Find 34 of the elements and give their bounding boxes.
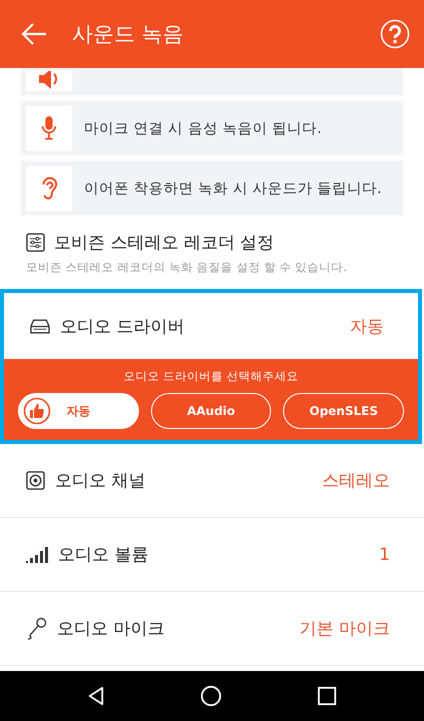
- ear-icon: [40, 175, 58, 201]
- setting-row[interactable]: 오디오 채널 스테레오: [0, 444, 424, 518]
- driver-prompt: 오디오 드라이버를 선택해주세요: [123, 369, 299, 384]
- driver-option-button[interactable]: OpenSLES: [283, 393, 404, 429]
- volume-bars-icon: [26, 546, 48, 564]
- section-description: 모비즌 스테레오 레코더의 녹화 음질을 설정 할 수 있습니다.: [26, 260, 348, 275]
- setting-label: 오디오 드라이버: [60, 316, 186, 338]
- microphone-icon: [40, 115, 58, 141]
- help-icon[interactable]: [380, 19, 410, 49]
- section-title: 모비즌 스테레오 레코더 설정: [54, 232, 274, 254]
- screen-title: 사운드 녹음: [72, 21, 185, 48]
- microphone-icon: [26, 617, 47, 640]
- driver-setting-row[interactable]: 오디오 드라이버 자동: [4, 293, 418, 359]
- speaker-icon: [26, 471, 45, 490]
- driver-option-button[interactable]: AAudio: [150, 393, 272, 429]
- setting-value: 기본 마이크: [300, 618, 390, 640]
- setting-label: 오디오 채널: [55, 470, 146, 492]
- setting-value: 1: [379, 544, 390, 564]
- info-text: 마이크 연결 시 음성 녹음이 됩니다.: [84, 120, 322, 138]
- thumbs-up-icon: [23, 397, 51, 425]
- recents-icon[interactable]: [316, 686, 337, 706]
- setting-row[interactable]: 오디오 마이크 기본 마이크: [0, 592, 424, 666]
- driver-option-button[interactable]: 자동: [18, 393, 139, 429]
- setting-value: 자동: [350, 316, 384, 338]
- setting-row[interactable]: 오디오 볼륨 1: [0, 518, 424, 592]
- drive-icon: [30, 318, 50, 334]
- info-text: 이어폰 착용하면 녹화 시 사운드가 들립니다.: [84, 180, 382, 198]
- home-icon[interactable]: [200, 685, 222, 707]
- back-icon[interactable]: [87, 686, 106, 706]
- setting-value: 스테레오: [322, 470, 390, 492]
- setting-label: 오디오 볼륨: [58, 544, 150, 566]
- sliders-icon: [26, 233, 45, 252]
- back-arrow-icon[interactable]: [20, 22, 48, 46]
- setting-label: 오디오 마이크: [57, 618, 166, 640]
